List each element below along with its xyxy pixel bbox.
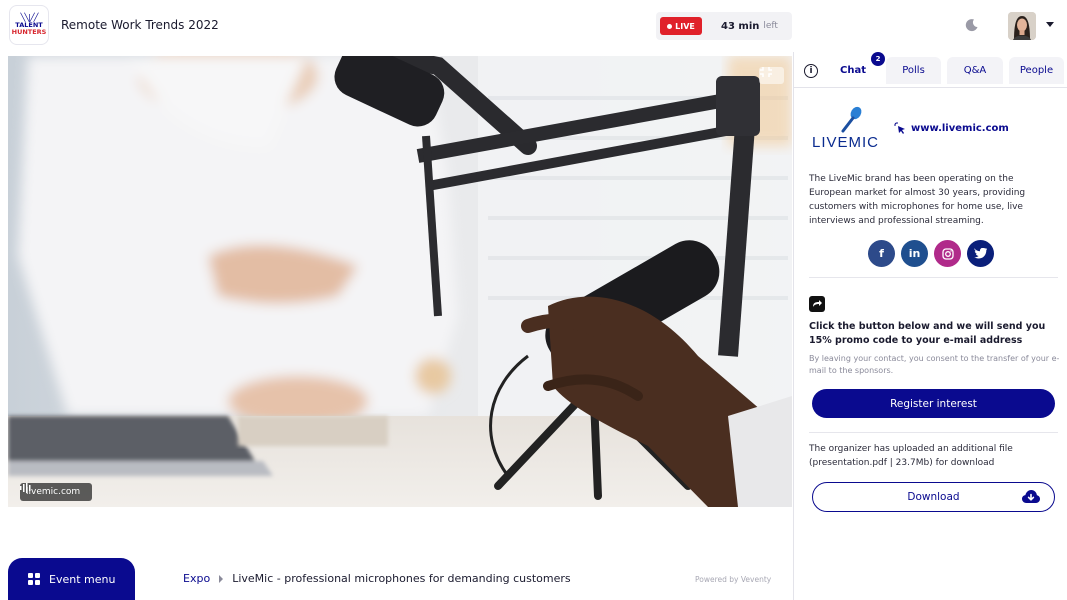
facebook-icon[interactable]: f (868, 240, 895, 267)
divider (809, 277, 1058, 278)
unread-badge: 2 (871, 52, 885, 66)
share-icon (809, 296, 825, 312)
sponsor-description: The LiveMic brand has been operating on … (809, 174, 1026, 226)
moon-icon[interactable] (965, 18, 979, 32)
time-left-value: 43 min (721, 20, 760, 32)
breadcrumb: Expo LiveMic - professional microphones … (183, 572, 571, 585)
file-note: The organizer has uploaded an additional… (809, 444, 1013, 468)
grid-icon (28, 573, 40, 585)
tab-people[interactable]: People (1009, 57, 1064, 84)
info-icon[interactable]: i (804, 64, 818, 78)
event-title: Remote Work Trends 2022 (61, 18, 219, 32)
tab-label: People (1019, 65, 1054, 76)
chevron-down-icon[interactable] (1046, 22, 1054, 27)
social-links: f in (868, 240, 994, 267)
instagram-icon[interactable] (934, 240, 961, 267)
cursor-click-icon (894, 122, 905, 134)
top-bar: ╲╲|╱╱ TALENT HUNTERS Remote Work Trends … (0, 0, 1067, 52)
live-badge: LIVE (660, 17, 702, 35)
event-menu-button[interactable]: Event menu (8, 558, 135, 600)
sponsor-website-link[interactable]: www.livemic.com (894, 122, 1009, 134)
time-left-suffix: left (763, 21, 778, 31)
panel-tabs: i Chat 2 Polls Q&A People (794, 52, 1067, 88)
promo-title: Click the button below and we will send … (809, 321, 1046, 346)
avatar[interactable] (1008, 12, 1036, 40)
live-timer: LIVE 43 min left (656, 12, 792, 40)
logo-line-2: HUNTERS (11, 28, 47, 36)
chevron-right-icon (219, 574, 224, 583)
register-interest-button[interactable]: Register interest (812, 389, 1055, 418)
stream-watermark-text: livemic.com (26, 487, 81, 497)
app-root: ╲╲|╱╱ TALENT HUNTERS Remote Work Trends … (0, 0, 1067, 600)
event-menu-label: Event menu (49, 572, 116, 586)
download-label: Download (907, 491, 960, 503)
tab-chat[interactable]: Chat 2 (827, 52, 885, 84)
divider (809, 432, 1058, 433)
stream-frame-image (8, 56, 792, 507)
consent-note: By leaving your contact, you consent to … (809, 354, 1060, 375)
tab-polls[interactable]: Polls (886, 57, 941, 84)
side-panel: i Chat 2 Polls Q&A People LIVEMIC www.li… (793, 52, 1067, 600)
sponsor-website: www.livemic.com (911, 122, 1009, 134)
collapse-icon[interactable] (759, 67, 784, 84)
linkedin-icon[interactable]: in (901, 240, 928, 267)
download-button[interactable]: Download (812, 482, 1055, 512)
breadcrumb-current: LiveMic - professional microphones for d… (232, 572, 571, 585)
twitter-icon[interactable] (967, 240, 994, 267)
tab-label: Polls (902, 65, 925, 76)
stream-watermark: livemic.com (20, 483, 93, 501)
tab-label: Chat (840, 65, 866, 76)
cloud-download-icon (1022, 490, 1040, 503)
tab-label: Q&A (963, 65, 987, 76)
audio-wave-icon (20, 483, 31, 493)
live-dot-icon (667, 23, 673, 29)
tab-qa[interactable]: Q&A (947, 57, 1003, 84)
powered-by: Powered by Veventy (695, 575, 772, 584)
sponsor-name: LIVEMIC (812, 134, 880, 151)
talent-hunters-logo[interactable]: ╲╲|╱╱ TALENT HUNTERS (9, 5, 49, 45)
live-label: LIVE (675, 21, 695, 31)
breadcrumb-expo-link[interactable]: Expo (183, 572, 210, 585)
video-stream[interactable]: livemic.com (8, 56, 792, 507)
